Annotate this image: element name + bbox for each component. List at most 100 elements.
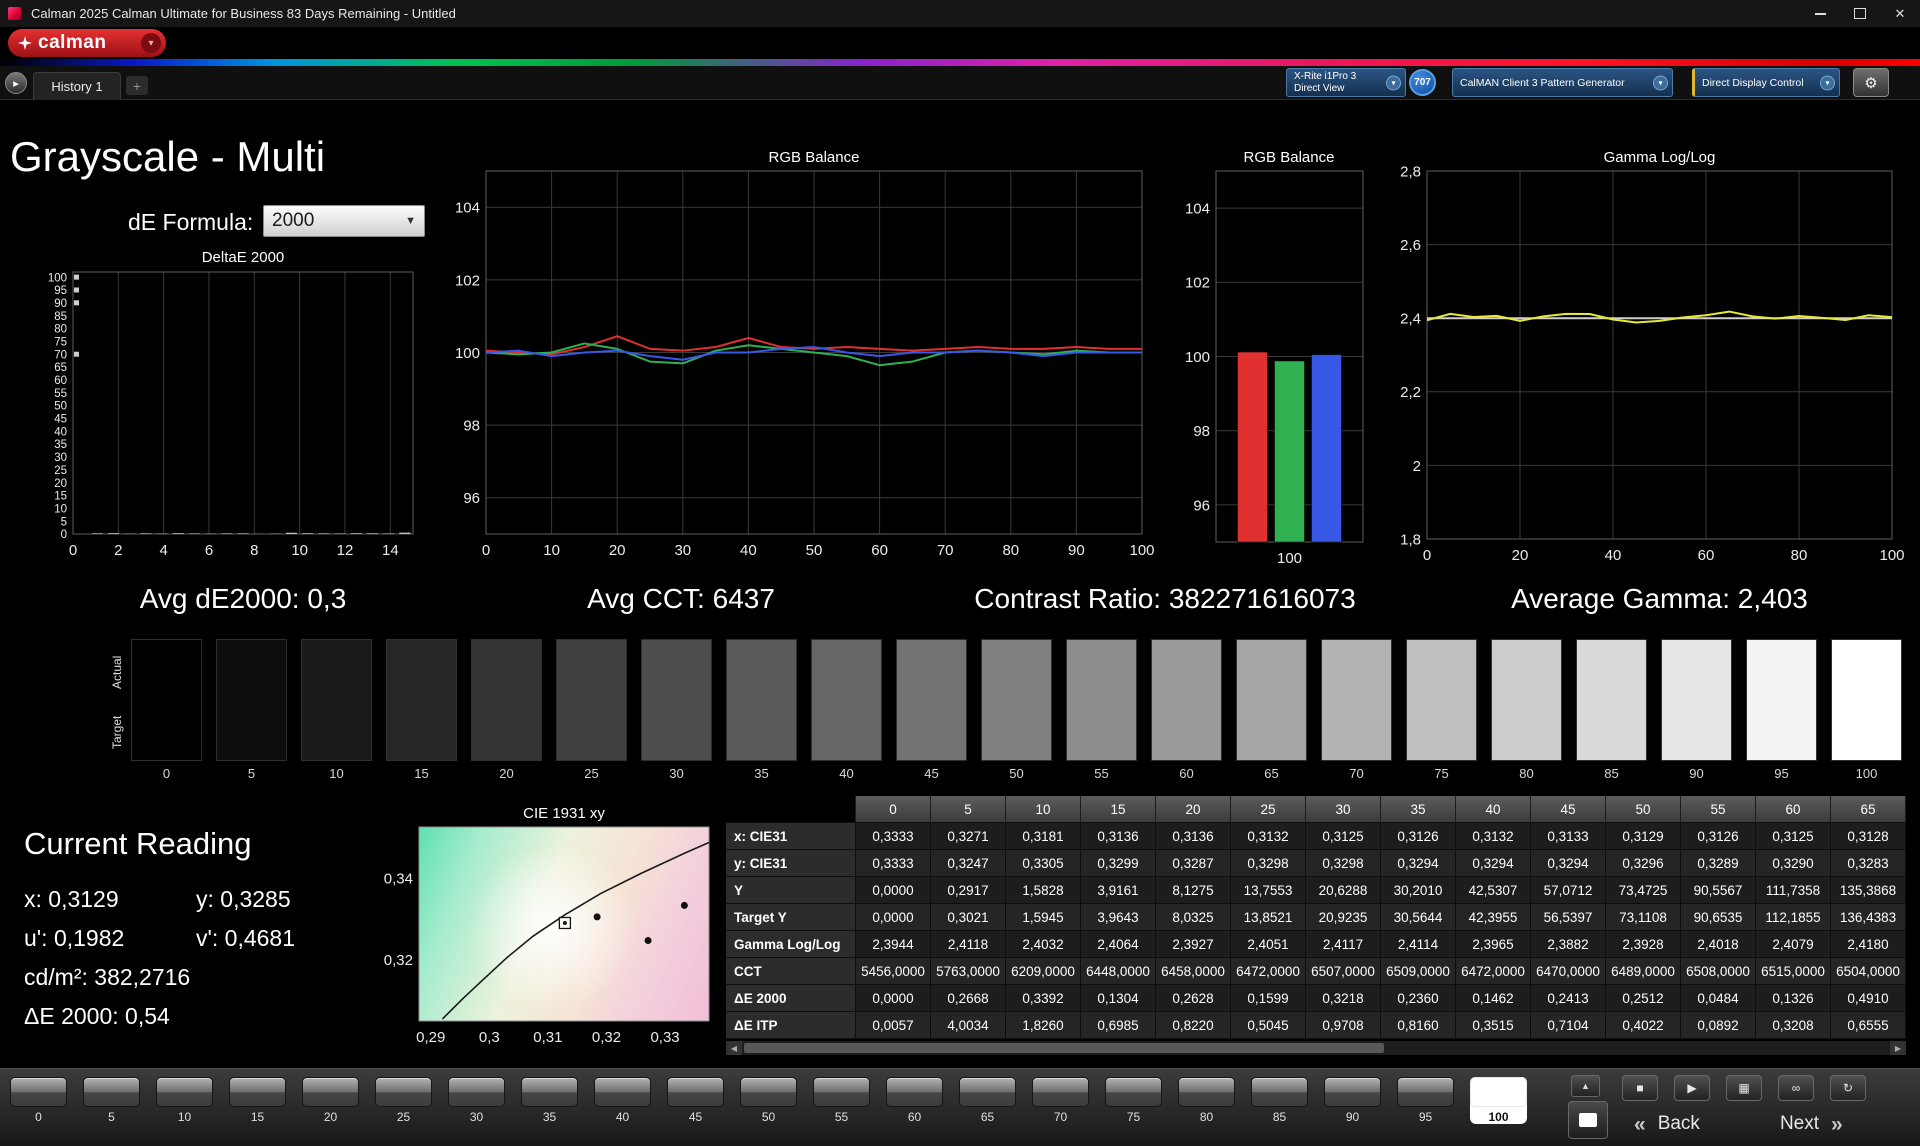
pattern-level-button-95[interactable]: 95 [1397, 1077, 1454, 1124]
svg-text:40: 40 [740, 542, 757, 559]
pattern-level-button-85[interactable]: 85 [1251, 1077, 1308, 1124]
pattern-level-button-35[interactable]: 35 [521, 1077, 578, 1124]
pattern-up-button[interactable]: ▲ [1571, 1075, 1600, 1097]
pattern-window-button[interactable] [1568, 1101, 1608, 1139]
chevron-down-icon[interactable]: ▾ [1386, 75, 1401, 90]
pattern-level-button-50[interactable]: 50 [740, 1077, 797, 1124]
table-cell: 0,3126 [1381, 823, 1456, 850]
chevron-down-icon[interactable]: ▾ [1653, 75, 1668, 90]
pattern-level-button-90[interactable]: 90 [1324, 1077, 1381, 1124]
pattern-level-button-0[interactable]: 0 [10, 1077, 67, 1124]
swatch-level-label: 70 [1349, 766, 1364, 781]
calman-spark-icon [18, 36, 32, 50]
level-button-face[interactable] [1251, 1077, 1308, 1107]
next-chevrons-icon[interactable]: » [1831, 1114, 1843, 1135]
level-button-face[interactable] [375, 1077, 432, 1107]
close-button[interactable]: ✕ [1880, 0, 1920, 27]
back-chevrons-icon[interactable]: « [1634, 1114, 1646, 1135]
save-button[interactable]: ▦ [1726, 1075, 1762, 1101]
level-button-face[interactable] [10, 1077, 67, 1107]
level-button-face[interactable] [594, 1077, 651, 1107]
table-cell: 0,3294 [1531, 850, 1606, 877]
meter-dropdown[interactable]: X-Rite i1Pro 3 Direct View ▾ [1286, 68, 1406, 97]
level-button-face[interactable] [1397, 1077, 1454, 1107]
pattern-level-button-70[interactable]: 70 [1032, 1077, 1089, 1124]
level-button-face[interactable] [1032, 1077, 1089, 1107]
pattern-level-button-30[interactable]: 30 [448, 1077, 505, 1124]
loop-button[interactable]: ∞ [1778, 1075, 1814, 1101]
grayscale-swatch-25: 25 [556, 639, 627, 781]
tab-history-1[interactable]: History 1 [33, 72, 121, 100]
pattern-square-icon [1579, 1113, 1597, 1127]
level-button-face[interactable] [667, 1077, 724, 1107]
meter-count-badge[interactable]: 707 [1409, 69, 1436, 96]
swatch-patch [896, 639, 967, 761]
level-button-face[interactable] [302, 1077, 359, 1107]
swatch-level-label: 85 [1604, 766, 1619, 781]
level-button-face[interactable] [959, 1077, 1016, 1107]
table-cell: 6472,0000 [1456, 958, 1531, 985]
display-control-dropdown[interactable]: Direct Display Control ▾ [1692, 68, 1840, 97]
next-button[interactable]: Next [1780, 1113, 1819, 1135]
pattern-level-button-25[interactable]: 25 [375, 1077, 432, 1124]
swatch-patch [471, 639, 542, 761]
table-cell: 135,3868 [1831, 877, 1906, 904]
level-button-face[interactable] [83, 1077, 140, 1107]
level-button-face[interactable] [1178, 1077, 1235, 1107]
pattern-level-button-55[interactable]: 55 [813, 1077, 870, 1124]
swatch-patch [1321, 639, 1392, 761]
contrast-ratio-stat: Contrast Ratio: 382271616073 [974, 583, 1356, 614]
history-nav-button[interactable]: ▸ [5, 72, 27, 94]
table-cell: 0,4022 [1606, 1012, 1681, 1039]
table-scrollbar[interactable]: ◀ ▶ [726, 1041, 1906, 1055]
table-cell: 2,4018 [1681, 931, 1756, 958]
grayscale-swatch-15: 15 [386, 639, 457, 781]
add-tab-button[interactable]: + [126, 76, 148, 95]
swatch-patch [386, 639, 457, 761]
refresh-button[interactable]: ↻ [1830, 1075, 1866, 1101]
pattern-level-button-20[interactable]: 20 [302, 1077, 359, 1124]
cie-chart-title: CIE 1931 xy [523, 805, 605, 822]
logo-menu-button[interactable]: ▾ [141, 33, 161, 53]
pattern-level-button-65[interactable]: 65 [959, 1077, 1016, 1124]
chevron-down-icon[interactable]: ▾ [1820, 75, 1835, 90]
maximize-button[interactable] [1840, 0, 1880, 27]
pattern-level-button-45[interactable]: 45 [667, 1077, 724, 1124]
level-button-face[interactable] [229, 1077, 286, 1107]
level-button-face[interactable] [448, 1077, 505, 1107]
rgb-balance-bar-chart-title: RGB Balance [1243, 149, 1335, 166]
scrollbar-track[interactable] [742, 1041, 1890, 1055]
level-button-face[interactable] [886, 1077, 943, 1107]
pattern-level-button-10[interactable]: 10 [156, 1077, 213, 1124]
pattern-generator-dropdown[interactable]: CalMAN Client 3 Pattern Generator ▾ [1452, 68, 1673, 97]
level-button-face[interactable] [521, 1077, 578, 1107]
scroll-left-button[interactable]: ◀ [726, 1041, 742, 1055]
pattern-level-button-60[interactable]: 60 [886, 1077, 943, 1124]
level-button-face[interactable] [740, 1077, 797, 1107]
calman-logo[interactable]: calman ▾ [8, 29, 166, 57]
swatch-patch [1491, 639, 1562, 761]
stop-button[interactable]: ■ [1622, 1075, 1658, 1101]
pattern-level-button-80[interactable]: 80 [1178, 1077, 1235, 1124]
pattern-level-button-15[interactable]: 15 [229, 1077, 286, 1124]
minimize-button[interactable] [1800, 0, 1840, 27]
svg-text:98: 98 [1193, 423, 1210, 440]
level-button-face[interactable] [813, 1077, 870, 1107]
scrollbar-thumb[interactable] [744, 1043, 1384, 1053]
level-button-face[interactable] [1470, 1077, 1527, 1107]
pattern-level-button-75[interactable]: 75 [1105, 1077, 1162, 1124]
level-button-face[interactable] [156, 1077, 213, 1107]
pattern-level-button-40[interactable]: 40 [594, 1077, 651, 1124]
scroll-right-button[interactable]: ▶ [1890, 1041, 1906, 1055]
table-cell: 0,3136 [1156, 823, 1231, 850]
de-formula-select[interactable]: 2000 ▼ [263, 205, 425, 237]
table-cell: 0,1326 [1756, 985, 1831, 1012]
swatch-patch [1406, 639, 1477, 761]
pattern-level-button-100[interactable]: 100 [1470, 1077, 1527, 1124]
back-button[interactable]: Back [1658, 1113, 1700, 1135]
level-button-face[interactable] [1105, 1077, 1162, 1107]
pattern-level-button-5[interactable]: 5 [83, 1077, 140, 1124]
play-button[interactable]: ▶ [1674, 1075, 1710, 1101]
level-button-face[interactable] [1324, 1077, 1381, 1107]
settings-button[interactable]: ⚙ [1853, 68, 1889, 97]
